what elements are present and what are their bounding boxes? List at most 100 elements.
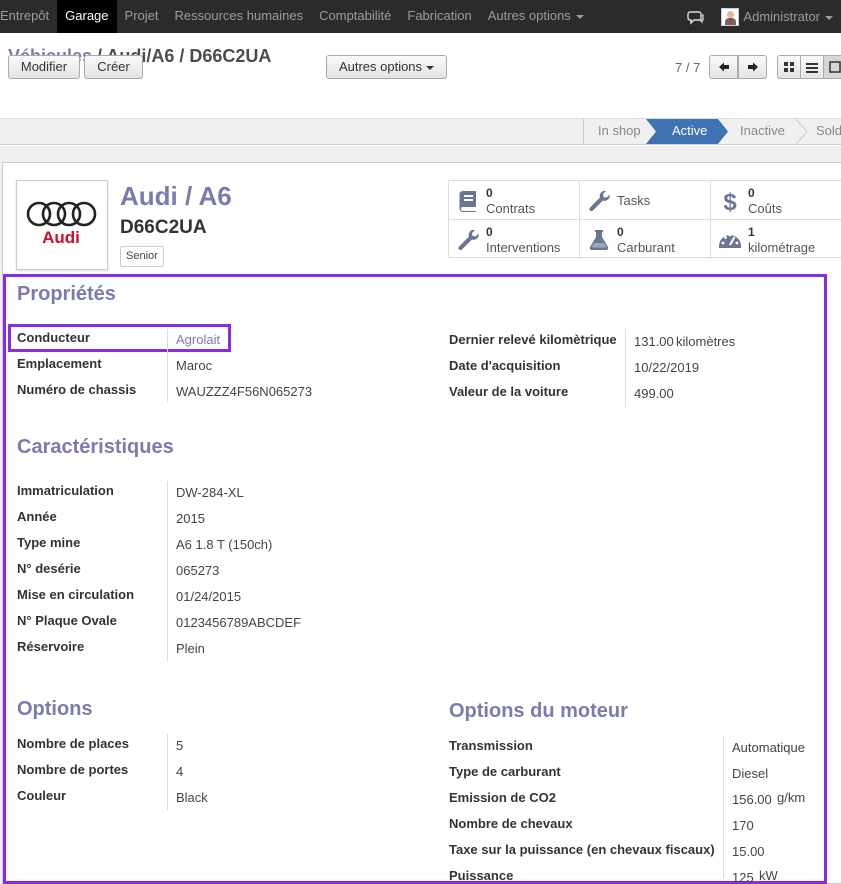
dashboard-icon — [719, 233, 741, 248]
chassis-value: WAUZZZ4F56N065273 — [176, 384, 313, 399]
create-button[interactable]: Créer — [84, 55, 143, 79]
caret-down-icon — [575, 14, 584, 19]
field-separator — [723, 736, 724, 878]
tasks-label: Tasks — [617, 193, 651, 208]
transmission-label: Transmission — [449, 738, 533, 753]
power-unit: kW — [759, 868, 778, 883]
field-separator — [167, 329, 168, 403]
contracts-button[interactable]: 0 Contrats — [449, 181, 580, 220]
tank-label: Réservoire — [17, 639, 85, 654]
odometer-count: 1 — [748, 225, 755, 239]
edit-button[interactable]: Modifier — [8, 55, 80, 79]
driver-value[interactable]: Agrolait — [176, 332, 220, 347]
chat-icon[interactable] — [687, 8, 705, 26]
car-value-value: 499.00 — [634, 386, 674, 401]
field-separator — [625, 329, 626, 407]
vehicle-model-title: Audi / A6 — [120, 181, 232, 211]
stage-sold[interactable]: Sold — [806, 119, 841, 144]
odometer-last-value: 131.00 — [634, 334, 674, 349]
menu-item-garage[interactable]: Garage — [57, 0, 117, 33]
main-menu: Entrepôt Garage Projet Ressources humain… — [0, 0, 592, 33]
menu-item-comptabilite[interactable]: Comptabilité — [311, 0, 399, 33]
fuel-label: Carburant — [617, 240, 675, 255]
co2-unit: g/km — [777, 790, 806, 805]
fuel-type-label: Type de carburant — [449, 764, 561, 779]
interventions-count: 0 — [486, 225, 493, 239]
characteristics-title: Caractéristiques — [17, 436, 174, 458]
options-title: Options — [17, 698, 93, 720]
caret-down-icon — [825, 15, 833, 20]
vehicle-tag[interactable]: Senior — [120, 246, 164, 267]
odometer-label: kilométrage — [748, 240, 816, 255]
registration-value: DW-284-XL — [176, 485, 244, 500]
driver-label: Conducteur — [17, 330, 90, 345]
chassis-label: Numéro de chassis — [17, 382, 137, 397]
location-label: Emplacement — [17, 356, 102, 371]
stage-active[interactable]: Active — [650, 119, 728, 144]
fuel-button[interactable]: 0 Carburant — [580, 220, 711, 259]
menu-item-projet[interactable]: Projet — [117, 0, 167, 33]
co2-value: 156.00 — [732, 792, 772, 807]
year-value: 2015 — [176, 511, 205, 526]
contracts-label: Contrats — [486, 201, 536, 216]
costs-count: 0 — [748, 186, 755, 200]
menu-item-autres-options[interactable]: Autres options — [480, 0, 592, 33]
costs-button[interactable]: $ 0 Coûts — [711, 181, 841, 220]
acquisition-date-value: 10/22/2019 — [634, 360, 700, 375]
power-label: Puissance — [449, 868, 514, 883]
menu-item-fabrication[interactable]: Fabrication — [399, 0, 479, 33]
odometer-last-label: Dernier relevé kilomètrique — [449, 332, 617, 347]
grid-icon — [783, 61, 794, 72]
stage-in-shop[interactable]: In shop — [583, 119, 657, 144]
oval-plate-label: N° Plaque Ovale — [17, 613, 117, 628]
pager-value[interactable]: 7 / 7 — [675, 60, 700, 75]
pager-previous-button[interactable] — [709, 55, 738, 79]
form-view-button[interactable] — [823, 55, 841, 79]
wrench-icon — [589, 190, 610, 212]
power-value: 125 — [732, 870, 754, 884]
odometer-unit: kilomètres — [676, 334, 736, 349]
form-icon — [829, 61, 841, 73]
interventions-button[interactable]: 0 Interventions — [449, 220, 580, 259]
registration-label: Immatriculation — [17, 483, 114, 498]
menu-item-rh[interactable]: Ressources humaines — [167, 0, 312, 33]
svg-text:$: $ — [723, 189, 737, 214]
stage-inactive[interactable]: Inactive — [728, 119, 798, 144]
horsepower-value: 170 — [732, 818, 754, 833]
user-menu[interactable]: Administrator — [743, 9, 833, 24]
first-registration-value: 01/24/2015 — [176, 589, 242, 604]
tank-value: Plein — [176, 641, 205, 656]
list-view-button[interactable] — [800, 55, 824, 79]
flask-icon — [589, 230, 609, 251]
more-options-button[interactable]: Autres options — [326, 55, 447, 79]
arrow-right-icon — [747, 62, 758, 72]
transmission-value: Automatique — [732, 740, 805, 755]
dollar-icon: $ — [723, 189, 737, 214]
color-label: Couleur — [17, 788, 67, 803]
odometer-button[interactable]: 1 kilométrage — [711, 220, 841, 259]
vehicle-image[interactable]: Audi — [16, 180, 108, 270]
kanban-view-button[interactable] — [777, 55, 801, 79]
logo-text: Audi — [42, 228, 80, 247]
pager-next-button[interactable] — [738, 55, 767, 79]
wrench-icon — [458, 229, 479, 251]
serial-value: 065273 — [176, 563, 220, 578]
fuel-type-value: Diesel — [732, 766, 769, 781]
doors-label: Nombre de portes — [17, 762, 129, 777]
smart-buttons: 0 Contrats Tasks $ 0 Coûts 0 Interventio… — [448, 180, 841, 259]
power-tax-label: Taxe sur la puissance (en chevaux fiscau… — [449, 842, 715, 857]
acquisition-date-label: Date d'acquisition — [449, 358, 561, 373]
menu-item-entrepot[interactable]: Entrepôt — [0, 0, 57, 33]
seats-value: 5 — [176, 738, 184, 753]
audi-logo: Audi — [26, 201, 97, 247]
avatar[interactable] — [721, 7, 740, 26]
top-navbar: Entrepôt Garage Projet Ressources humain… — [0, 0, 841, 33]
interventions-label: Interventions — [486, 240, 561, 255]
status-bar: In shop Active Inactive Sold — [0, 119, 841, 145]
caret-down-icon — [426, 65, 435, 70]
engine-options-title: Options du moteur — [449, 700, 628, 722]
fuel-count: 0 — [617, 225, 624, 239]
type-mine-label: Type mine — [17, 535, 81, 550]
properties-title: Propriétés — [17, 283, 116, 305]
tasks-button[interactable]: Tasks — [580, 181, 711, 220]
